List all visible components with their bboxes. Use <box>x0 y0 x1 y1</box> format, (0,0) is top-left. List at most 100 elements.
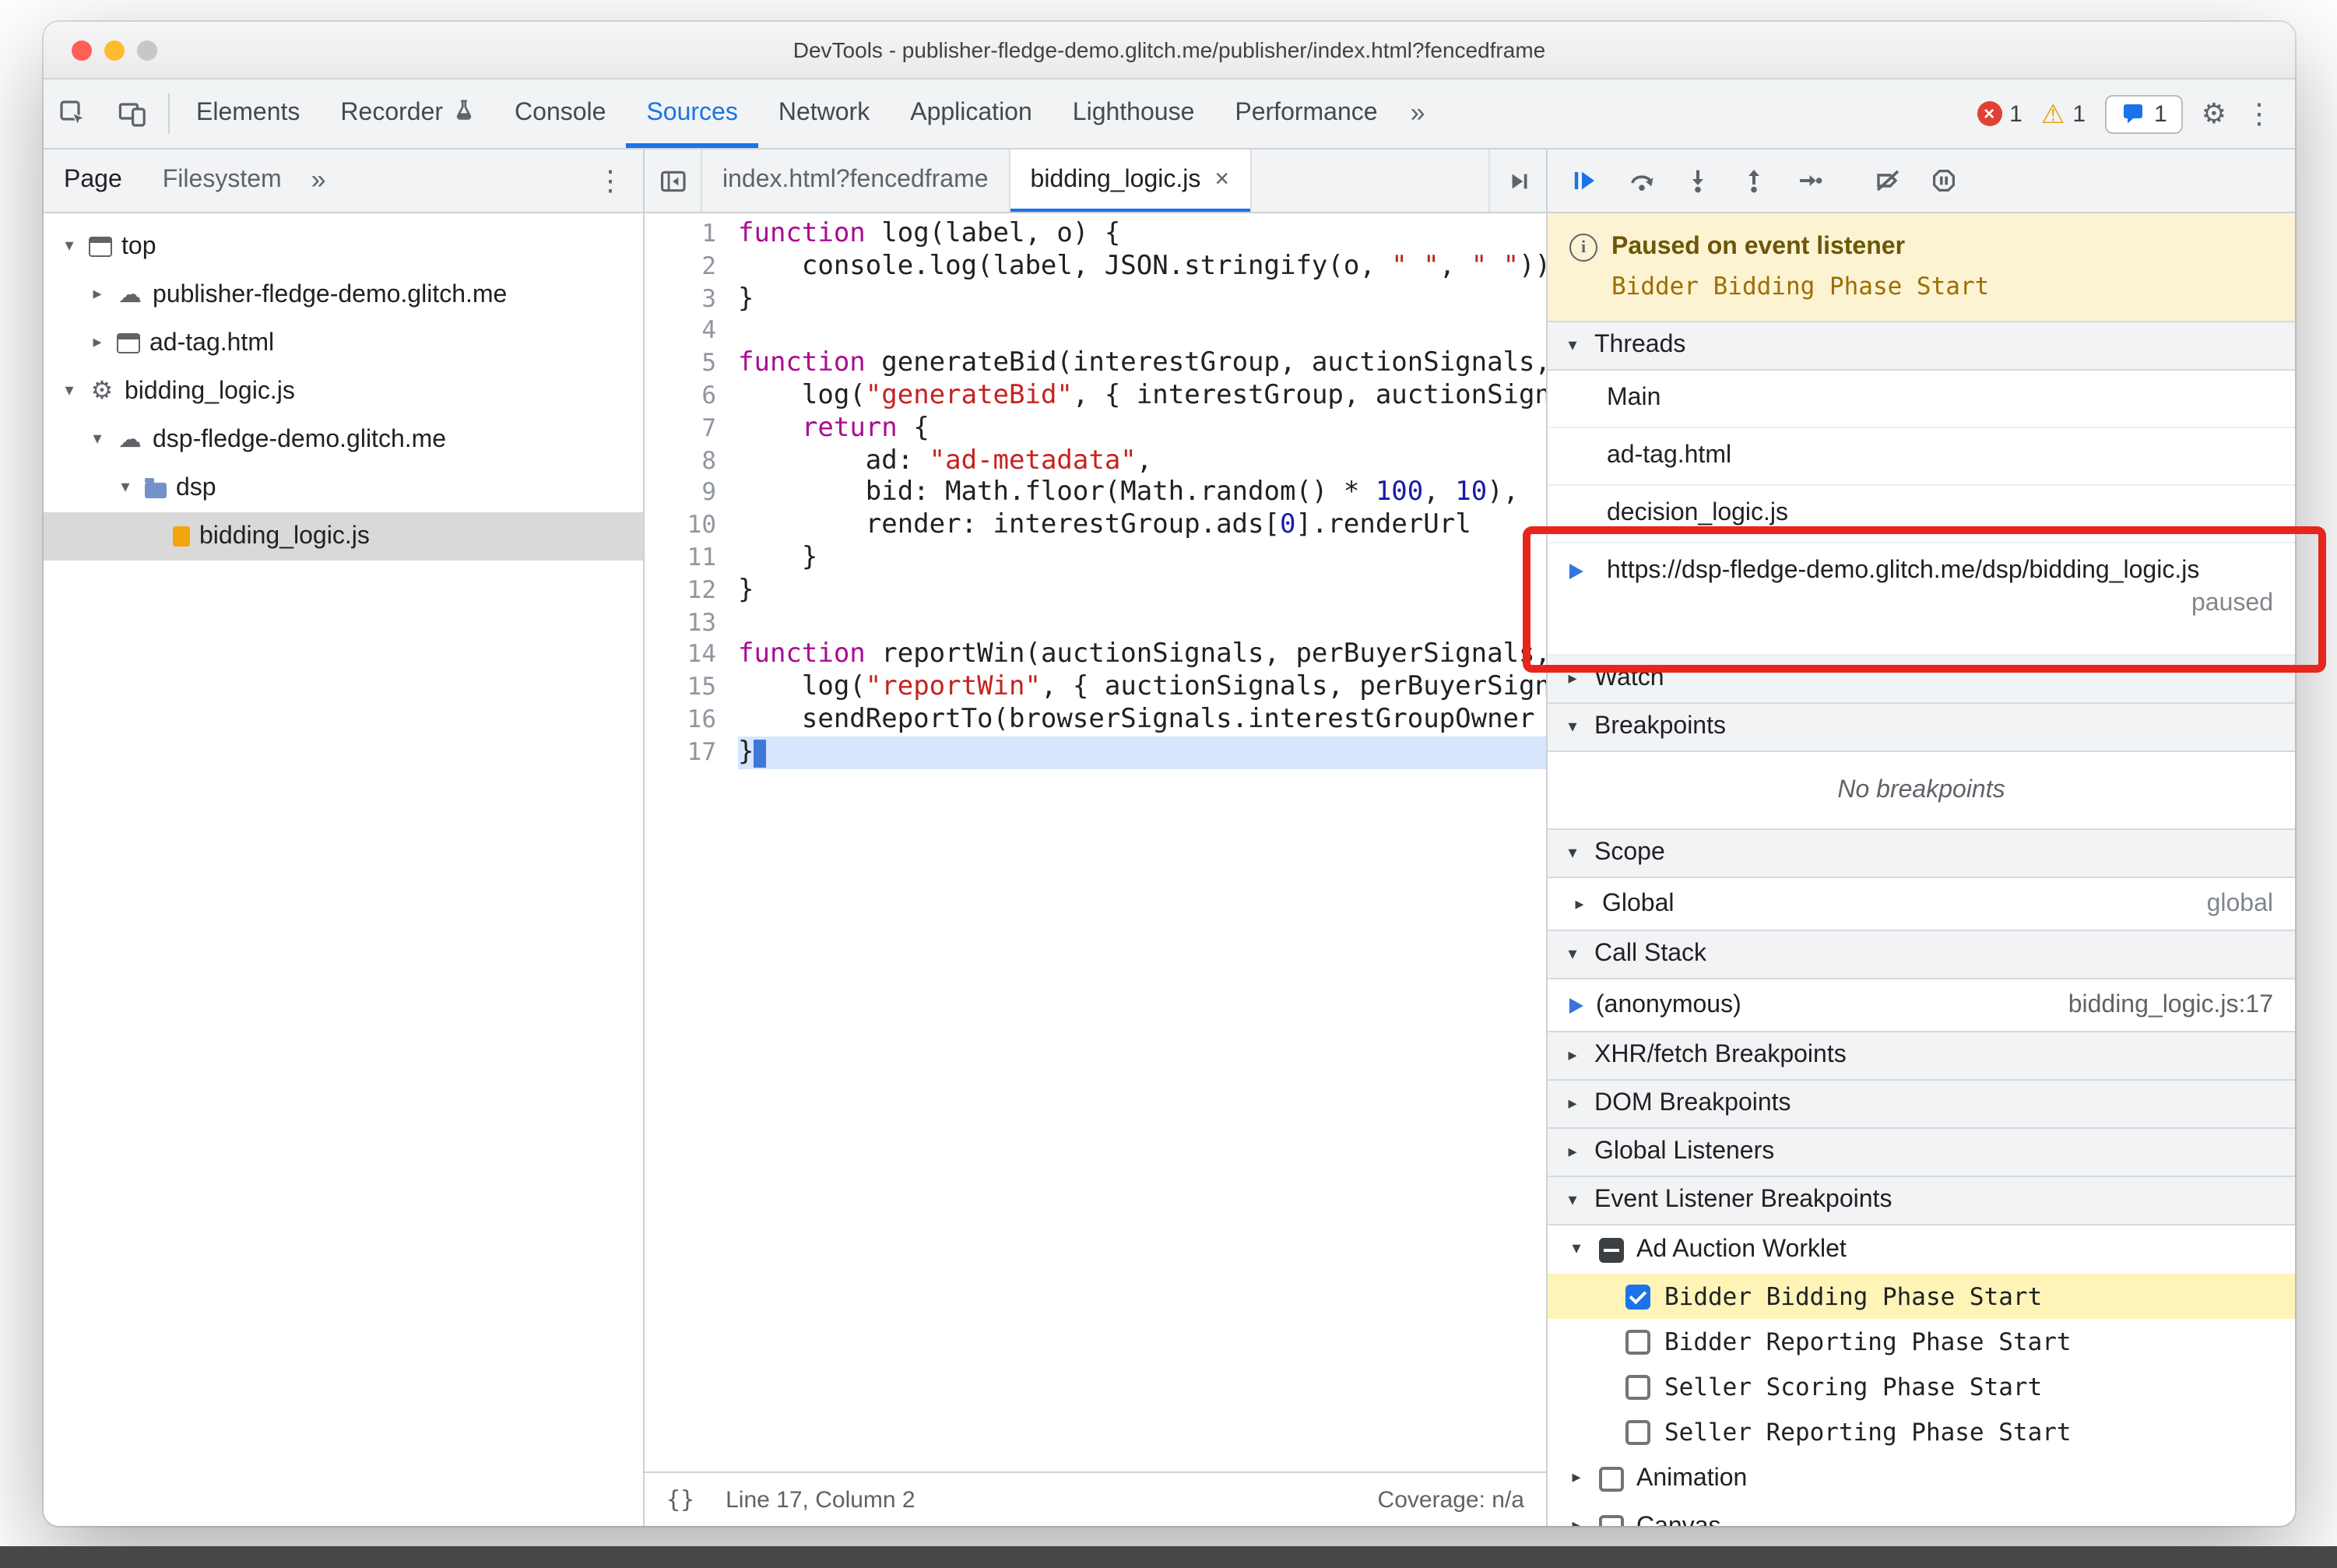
devtools-toolbar: Elements Recorder Console Sources Network App… <box>44 79 2295 149</box>
code-lines[interactable]: 1 function log(label, o) {2 console.log(l… <box>645 213 1546 1471</box>
tree-item-ad-tag-html[interactable]: ▸ ad-tag.html <box>44 319 643 367</box>
tree-item-dsp-fledge-demo-glitch-me[interactable]: ▾ ☁ dsp-fledge-demo.glitch.me <box>44 416 643 464</box>
step-into-icon[interactable] <box>1685 168 1711 193</box>
console-error-badge[interactable]: × 1 <box>1977 100 2022 127</box>
code-text: function reportWin(auctionSignals, perBu… <box>738 638 1546 670</box>
editor-tab-index-html-fencedframe[interactable]: index.html?fencedframe <box>702 149 1010 212</box>
warning-icon: ⚠ <box>2040 99 2065 128</box>
tab-network[interactable]: Network <box>758 79 890 148</box>
more-tabs-icon[interactable] <box>1488 149 1546 212</box>
checkbox-unchecked[interactable] <box>1625 1329 1650 1354</box>
tab-console[interactable]: Console <box>494 79 626 148</box>
expander-icon[interactable]: ▾ <box>59 237 79 255</box>
more-panels-button[interactable]: » <box>1398 79 1438 148</box>
watch-section-label: Watch <box>1594 665 1664 691</box>
call-stack-frame[interactable]: (anonymous) bidding_logic.js:17 <box>1548 979 2295 1032</box>
navigator-kebab-menu-icon[interactable]: ⋮ <box>578 164 643 197</box>
editor-tab-bidding-logic-js[interactable]: bidding_logic.js × <box>1010 149 1252 212</box>
pause-on-exceptions-icon[interactable] <box>1931 168 1957 193</box>
scope-section-header[interactable]: ▾ Scope <box>1548 828 2295 878</box>
step-out-icon[interactable] <box>1741 168 1767 193</box>
tree-item-bidding-logic-js[interactable]: ▾ ⚙ bidding_logic.js <box>44 367 643 416</box>
thread-main[interactable]: Main <box>1548 371 2295 428</box>
minimize-window-button[interactable] <box>104 40 125 60</box>
threads-list: Main ad-tag.html decision_logic.js https://… <box>1548 371 2295 656</box>
kebab-menu-icon[interactable]: ⋮ <box>2245 100 2273 128</box>
event-listener-breakpoints-section-header[interactable]: ▾ Event Listener Breakpoints <box>1548 1176 2295 1225</box>
navigator-sidebar: Page Filesystem » ⋮ ▾ top ▸ ☁ publisher-fled… <box>44 149 645 1526</box>
expander-icon[interactable]: ▸ <box>87 286 107 304</box>
frame-location[interactable]: bidding_logic.js:17 <box>2068 992 2273 1020</box>
chevron-down-icon[interactable]: ▾ <box>1566 1240 1587 1258</box>
thread-decision-logic-js[interactable]: decision_logic.js <box>1548 486 2295 543</box>
window-titlebar: DevTools - publisher-fledge-demo.glitch.… <box>44 22 2295 79</box>
elb-group-canvas[interactable]: ▸ Canvas <box>1548 1503 2295 1526</box>
breakpoints-section-header[interactable]: ▾ Breakpoints <box>1548 702 2295 752</box>
step-icon[interactable] <box>1797 168 1823 193</box>
elb-item-bidder-bidding-phase-start[interactable]: Bidder Bidding Phase Start <box>1548 1274 2295 1319</box>
tab-sources[interactable]: Sources <box>626 79 757 148</box>
deactivate-breakpoints-icon[interactable] <box>1875 168 1901 193</box>
tree-item-publisher-fledge-demo-glitch-me[interactable]: ▸ ☁ publisher-fledge-demo.glitch.me <box>44 271 643 319</box>
close-tab-icon[interactable]: × <box>1214 167 1229 195</box>
issues-button[interactable]: 1 <box>2104 94 2183 133</box>
tab-elements[interactable]: Elements <box>176 79 320 148</box>
checkbox-unchecked[interactable] <box>1599 1466 1624 1491</box>
elb-item-label: Bidder Reporting Phase Start <box>1664 1327 2072 1355</box>
expander-icon[interactable]: ▸ <box>87 334 107 352</box>
elb-item-bidder-reporting-phase-start[interactable]: Bidder Reporting Phase Start <box>1548 1319 2295 1364</box>
navigator-tab-filesystem[interactable]: Filesystem <box>142 149 302 212</box>
tab-application[interactable]: Application <box>890 79 1053 148</box>
tab-lighthouse[interactable]: Lighthouse <box>1053 79 1215 148</box>
tree-item-top[interactable]: ▾ top <box>44 223 643 271</box>
checkbox-indeterminate[interactable] <box>1599 1237 1624 1262</box>
tree-item-dsp[interactable]: ▾ dsp <box>44 464 643 512</box>
global-listeners-section-header[interactable]: ▸ Global Listeners <box>1548 1127 2295 1177</box>
chevron-right-icon[interactable]: ▸ <box>1566 1469 1587 1487</box>
elb-item-seller-scoring-phase-start[interactable]: Seller Scoring Phase Start <box>1548 1364 2295 1409</box>
code-text: sendReportTo(browserSignals.interestGrou… <box>738 703 1546 735</box>
call-stack-section-header[interactable]: ▾ Call Stack <box>1548 930 2295 979</box>
scope-value: global <box>2206 891 2273 917</box>
line-number: 3 <box>701 284 716 313</box>
expander-icon[interactable]: ▾ <box>59 382 79 400</box>
chevron-right-icon[interactable]: ▸ <box>1566 1517 1587 1526</box>
xhr-breakpoints-section-header[interactable]: ▸ XHR/fetch Breakpoints <box>1548 1031 2295 1081</box>
line-number: 1 <box>701 220 716 248</box>
threads-section-header[interactable]: ▾ Threads <box>1548 321 2295 371</box>
elb-group-animation[interactable]: ▸ Animation <box>1548 1454 2295 1503</box>
navigator-toggle-icon[interactable] <box>645 149 702 212</box>
code-text: } <box>738 736 1546 769</box>
pretty-print-button[interactable]: {} <box>666 1485 694 1514</box>
console-warning-badge[interactable]: ⚠ 1 <box>2041 100 2086 127</box>
cloud-icon: ☁ <box>118 282 142 308</box>
elb-group-ad-auction-worklet[interactable]: ▾ Ad Auction Worklet <box>1548 1225 2295 1274</box>
inspect-element-button[interactable] <box>44 79 103 148</box>
watch-section-header[interactable]: ▸ Watch <box>1548 654 2295 704</box>
checkbox-unchecked[interactable] <box>1625 1374 1650 1399</box>
navigator-tab-page[interactable]: Page <box>44 149 142 212</box>
expander-icon[interactable]: ▾ <box>115 479 135 497</box>
settings-gear-icon[interactable]: ⚙ <box>2202 100 2226 128</box>
elb-item-seller-reporting-phase-start[interactable]: Seller Reporting Phase Start <box>1548 1409 2295 1454</box>
tree-item-bidding-logic-js[interactable]: bidding_logic.js <box>44 512 643 561</box>
navigator-more-tabs[interactable]: » <box>302 149 336 212</box>
step-over-icon[interactable] <box>1629 168 1655 193</box>
panel-tab-strip: Elements Recorder Console Sources Network App… <box>176 79 1398 148</box>
tab-performance[interactable]: Performance <box>1214 79 1397 148</box>
thread-ad-tag-html[interactable]: ad-tag.html <box>1548 428 2295 486</box>
checkbox-unchecked[interactable] <box>1599 1514 1624 1526</box>
close-window-button[interactable] <box>72 40 92 60</box>
scope-global-row[interactable]: ▸ Global global <box>1548 878 2295 931</box>
checkbox-checked[interactable] <box>1625 1284 1650 1309</box>
thread-https-dsp-fledge-demo-glitch-me-dsp-bidding-logic-js[interactable]: https://dsp-fledge-demo.glitch.me/dsp/bi… <box>1548 543 2295 656</box>
expander-icon[interactable]: ▾ <box>87 431 107 448</box>
resume-script-icon[interactable] <box>1571 168 1599 193</box>
device-toolbar-button[interactable] <box>103 79 162 148</box>
dom-breakpoints-section-header[interactable]: ▸ DOM Breakpoints <box>1548 1079 2295 1129</box>
checkbox-unchecked[interactable] <box>1625 1419 1650 1444</box>
tree-item-label: ad-tag.html <box>149 329 275 356</box>
toolbar-right-cluster: × 1 ⚠ 1 1 ⚙ ⋮ <box>1977 79 2295 148</box>
code-line: 16 sendReportTo(browserSignals.interestG… <box>645 704 1546 737</box>
tab-recorder[interactable]: Recorder <box>320 79 494 148</box>
